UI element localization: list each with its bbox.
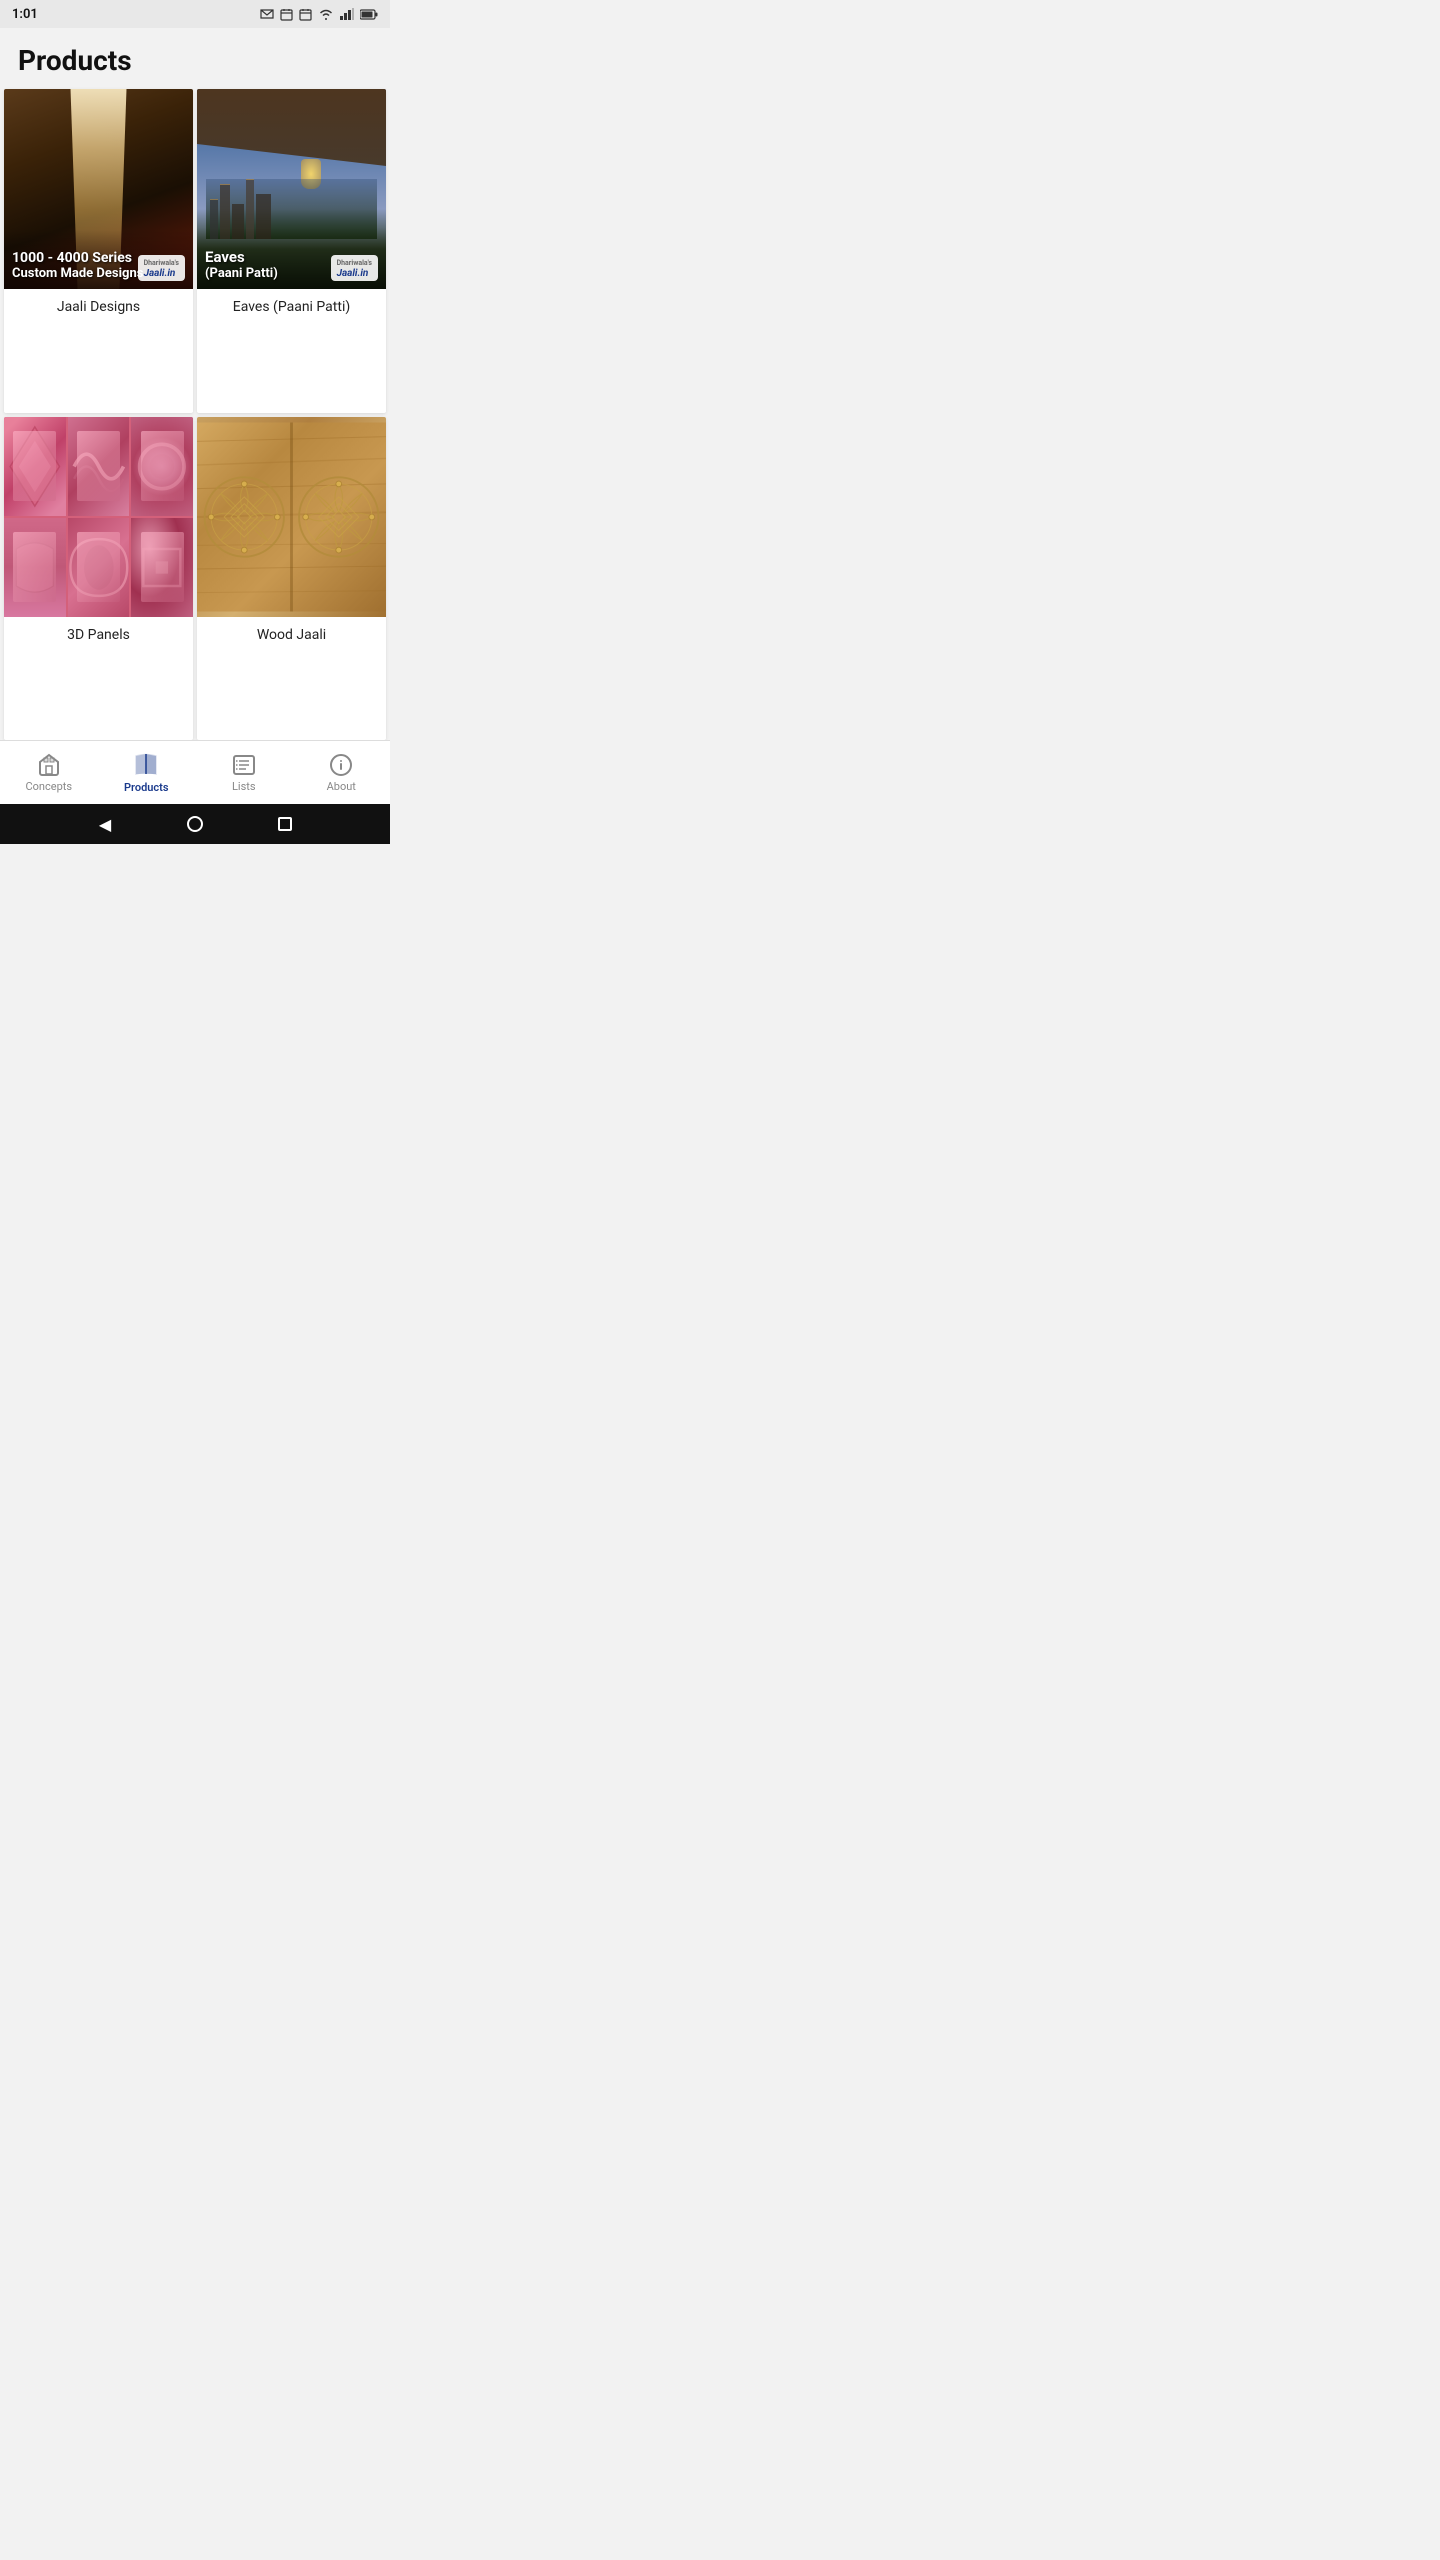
product-card-jaali[interactable]: 1000 - 4000 Series Custom Made Designs D…	[4, 89, 193, 413]
panel-cell-3	[131, 417, 193, 516]
product-label-3dpanels: 3D Panels	[4, 617, 193, 653]
product-image-jaali: 1000 - 4000 Series Custom Made Designs D…	[4, 89, 193, 289]
product-label-woodjaali: Wood Jaali	[197, 617, 386, 653]
back-icon: ◀	[99, 815, 111, 834]
panel-cell-1	[4, 417, 66, 516]
product-label-eaves: Eaves (Paani Patti)	[197, 289, 386, 325]
panel-cell-6	[131, 518, 193, 617]
back-button[interactable]: ◀	[95, 814, 115, 834]
page-header: Products	[0, 28, 390, 89]
product-image-eaves: Eaves (Paani Patti) Dhariwala's Jaali.in	[197, 89, 386, 289]
home-icon	[187, 816, 203, 832]
product-image-woodjaali	[197, 417, 386, 617]
products-grid: 1000 - 4000 Series Custom Made Designs D…	[0, 89, 390, 740]
nav-label-products: Products	[124, 781, 169, 794]
product-image-3dpanels	[4, 417, 193, 617]
wifi-icon	[318, 8, 334, 20]
nav-label-concepts: Concepts	[25, 780, 72, 793]
product-label-jaali: Jaali Designs	[4, 289, 193, 325]
product-card-3dpanels[interactable]: 3D Panels	[4, 417, 193, 741]
panel-cell-5	[68, 518, 130, 617]
lists-icon	[232, 753, 256, 777]
product-card-eaves[interactable]: Eaves (Paani Patti) Dhariwala's Jaali.in…	[197, 89, 386, 413]
home-button[interactable]	[185, 814, 205, 834]
nav-item-concepts[interactable]: Concepts	[0, 741, 98, 804]
recents-button[interactable]	[275, 814, 295, 834]
status-bar: 1:01	[0, 0, 390, 28]
recents-icon	[278, 817, 292, 831]
nav-item-products[interactable]: Products	[98, 741, 196, 804]
gmail-icon	[260, 7, 274, 21]
calendar-icon-1	[280, 8, 293, 21]
system-nav: ◀	[0, 804, 390, 844]
nav-label-lists: Lists	[232, 780, 256, 793]
nav-label-about: About	[327, 780, 356, 793]
woodjaali-svg	[197, 417, 386, 617]
nav-item-lists[interactable]: Lists	[195, 741, 293, 804]
signal-icon	[340, 8, 354, 20]
product-card-woodjaali[interactable]: Wood Jaali	[197, 417, 386, 741]
panel-cell-4	[4, 518, 66, 617]
about-icon	[329, 753, 353, 777]
battery-icon	[360, 9, 378, 20]
status-time: 1:01	[12, 7, 38, 22]
eaves-logo: Dhariwala's Jaali.in	[331, 255, 378, 281]
concepts-icon	[37, 753, 61, 777]
products-book-icon	[133, 752, 159, 778]
page-title: Products	[18, 44, 372, 77]
panel-cell-2	[68, 417, 130, 516]
status-icons	[260, 7, 378, 21]
nav-item-about[interactable]: About	[293, 741, 391, 804]
calendar-icon-2	[299, 8, 312, 21]
jaali-logo-1: Dhariwala's Jaali.in	[138, 255, 185, 281]
bottom-nav: Concepts Products Lists	[0, 740, 390, 804]
